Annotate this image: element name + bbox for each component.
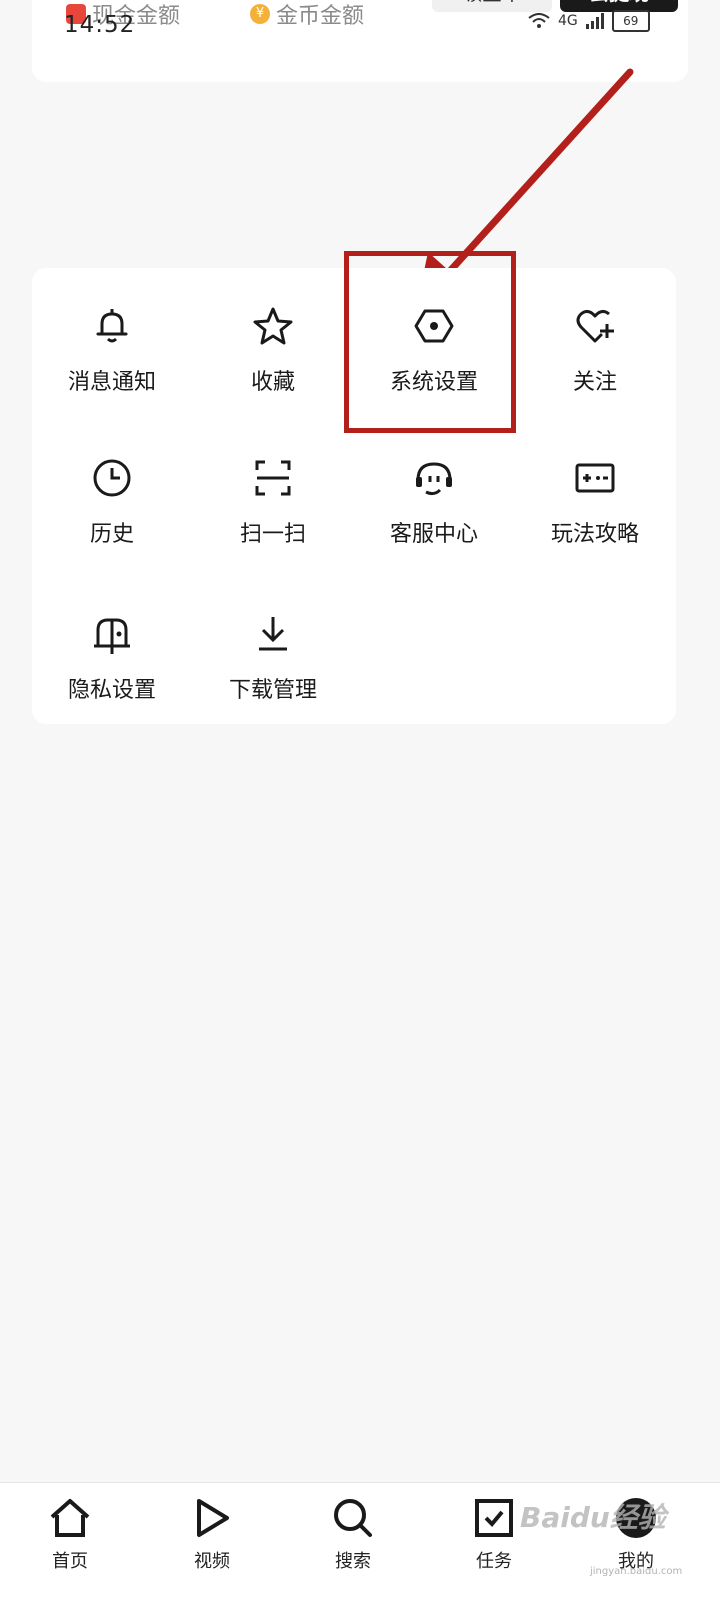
task-check-icon [475, 1499, 513, 1537]
nav-label: 任务 [476, 1551, 512, 1572]
home-icon [50, 1499, 90, 1537]
baidu-watermark-url: jingyan.baidu.com [590, 1566, 683, 1577]
coin-icon: ¥ [250, 4, 270, 24]
menu-item-scan[interactable]: 扫一扫 [193, 456, 353, 576]
headset-icon [416, 462, 452, 496]
game-guide-icon [575, 463, 615, 493]
baidu-watermark: Baidu经验 [520, 1501, 666, 1534]
menu-item-label: 扫一扫 [239, 522, 306, 547]
coin-balance[interactable]: ¥ 金币金额 [250, 0, 364, 30]
status-time: 14:52 [64, 12, 136, 38]
bell-icon [96, 309, 128, 343]
menu-item-label: 下载管理 [228, 678, 317, 703]
privacy-mailbox-icon [94, 618, 130, 654]
menu-item-customer-service[interactable]: 客服中心 [354, 456, 514, 576]
menu-item-game-guide[interactable]: 玩法攻略 [515, 456, 675, 576]
signal-icon [585, 13, 604, 29]
star-icon [253, 307, 293, 345]
menu-item-privacy[interactable]: 隐私设置 [32, 612, 192, 732]
menu-item-download[interactable]: 下载管理 [193, 612, 353, 732]
wifi-icon [528, 13, 550, 28]
menu-item-follow[interactable]: 关注 [515, 304, 675, 424]
nav-label: 搜索 [335, 1551, 371, 1572]
download-icon [259, 617, 287, 651]
status-icons: 4G 69 [528, 10, 650, 32]
menu-item-history[interactable]: 历史 [32, 456, 192, 576]
nav-label: 视频 [194, 1551, 230, 1572]
menu-item-label: 隐私设置 [67, 678, 156, 703]
nav-home[interactable]: 首页 [20, 1495, 120, 1573]
network-label: 4G [558, 13, 578, 29]
nav-search[interactable]: 搜索 [303, 1495, 403, 1573]
play-icon [197, 1499, 229, 1537]
heart-plus-icon [576, 309, 614, 343]
scan-icon [255, 460, 291, 496]
menu-item-label: 历史 [89, 522, 134, 547]
menu-item-label: 消息通知 [67, 370, 156, 395]
search-icon [334, 1499, 372, 1537]
annotation-highlight-box [344, 251, 516, 433]
coin-label: 金币金额 [276, 4, 365, 29]
nav-label: 首页 [52, 1551, 88, 1572]
menu-item-label: 关注 [572, 370, 617, 395]
nav-video[interactable]: 视频 [162, 1495, 262, 1573]
menu-item-label: 收藏 [250, 370, 295, 395]
battery-icon: 69 [611, 10, 650, 32]
menu-item-message[interactable]: 消息通知 [32, 304, 192, 424]
clock-icon [93, 459, 131, 497]
menu-item-favorites[interactable]: 收藏 [193, 304, 353, 424]
menu-item-label: 玩法攻略 [550, 522, 639, 547]
menu-item-label: 客服中心 [389, 522, 478, 547]
